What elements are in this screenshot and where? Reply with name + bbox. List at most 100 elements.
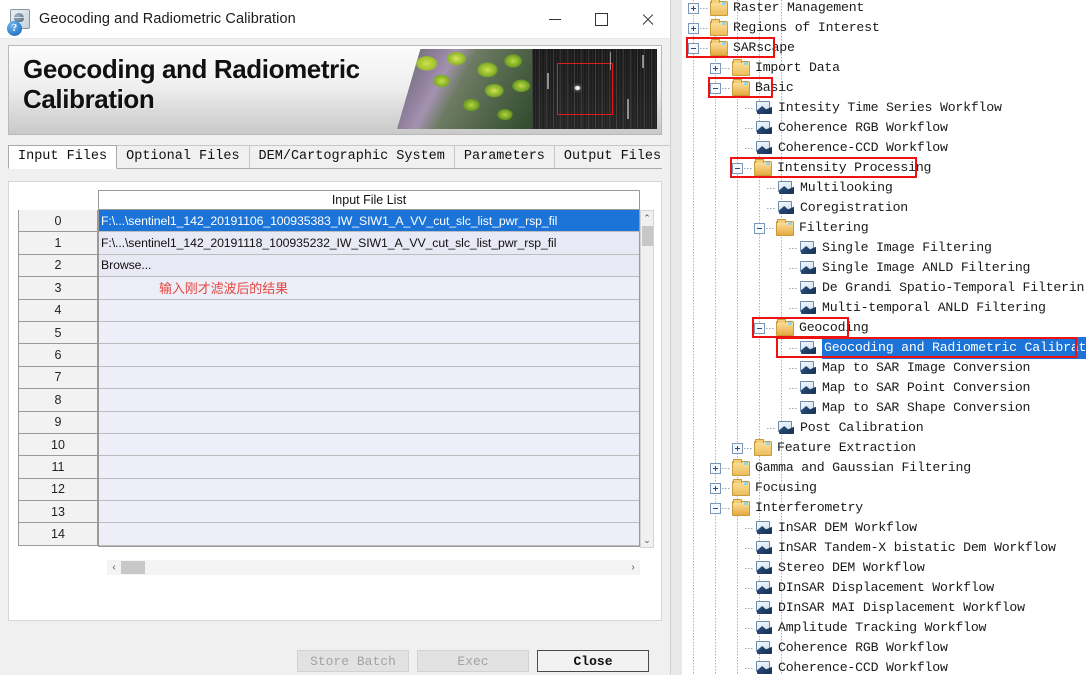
file-list-cell[interactable] (99, 523, 639, 546)
row-number[interactable]: 1 (18, 232, 98, 255)
collapse-minus-icon[interactable] (754, 222, 765, 234)
row-number[interactable]: 14 (18, 523, 98, 546)
tree-item-insar-dem-workflow[interactable]: InSAR DEM Workflow (682, 518, 1086, 538)
sarscape-toolbox-tree: Raster Management Regions of Interest SARs… (682, 0, 1086, 675)
tree-item-map-to-sar-shape-conversion[interactable]: Map to SAR Shape Conversion (682, 398, 1086, 418)
tree-item-label: Raster Management (733, 0, 865, 15)
tree-item-amplitude-tracking-workflow[interactable]: Amplitude Tracking Workflow (682, 618, 1086, 638)
file-list-cell[interactable] (99, 389, 639, 412)
horizontal-scrollbar[interactable]: ‹ › (107, 560, 640, 575)
vertical-scroll-thumb[interactable] (642, 226, 653, 246)
row-number[interactable]: 8 (18, 389, 98, 412)
tab-parameters[interactable]: Parameters (453, 145, 555, 168)
tree-item-basic[interactable]: Basic (682, 78, 1086, 98)
collapse-minus-icon[interactable] (688, 42, 699, 54)
row-number[interactable]: 12 (18, 478, 98, 502)
row-number[interactable]: 0 (18, 210, 98, 233)
tree-item-dinsar-mai-displacement-workflow[interactable]: DInSAR MAI Displacement Workflow (682, 598, 1086, 618)
expand-plus-icon[interactable] (732, 442, 743, 454)
collapse-minus-icon[interactable] (710, 82, 721, 94)
file-list-cell[interactable]: F:\...\sentinel1_142_20191118_100935232_… (99, 232, 639, 255)
row-number[interactable]: 6 (18, 344, 98, 367)
scroll-down-arrow[interactable]: ⌄ (641, 533, 653, 547)
tab-input-files[interactable]: Input Files (8, 145, 118, 169)
exec-button[interactable]: Exec (417, 650, 529, 672)
store-batch-button[interactable]: Store Batch (297, 650, 409, 672)
tree-item-filtering[interactable]: Filtering (682, 218, 1086, 238)
tree-item-insar-tandem-x-bistatic-dem-workflow[interactable]: InSAR Tandem-X bistatic Dem Workflow (682, 538, 1086, 558)
tree-item-multi-temporal-anld-filtering[interactable]: Multi-temporal ANLD Filtering (682, 298, 1086, 318)
row-number[interactable]: 10 (18, 433, 98, 457)
file-list-cell[interactable]: F:\...\sentinel1_142_20191106_100935383_… (99, 210, 639, 233)
scroll-up-arrow[interactable]: ⌃ (641, 211, 653, 225)
expand-plus-icon[interactable] (710, 62, 721, 74)
row-number[interactable]: 3 (18, 277, 98, 300)
expand-plus-icon[interactable] (710, 462, 721, 474)
tree-item-import-data[interactable]: Import Data (682, 58, 1086, 78)
help-icon[interactable]: ? (7, 21, 22, 36)
tree-item-coherence-ccd-workflow[interactable]: Coherence-CCD Workflow (682, 658, 1086, 675)
file-list-cell[interactable] (99, 299, 639, 322)
tree-item-sarscape[interactable]: SARscape (682, 38, 1086, 58)
tree-item-feature-extraction[interactable]: Feature Extraction (682, 438, 1086, 458)
tree-item-multilooking[interactable]: Multilooking (682, 178, 1086, 198)
tree-item-coherence-rgb-workflow[interactable]: Coherence RGB Workflow (682, 118, 1086, 138)
file-list-cell[interactable] (99, 456, 639, 479)
scroll-right-arrow[interactable]: › (626, 562, 640, 573)
tree-item-map-to-sar-image-conversion[interactable]: Map to SAR Image Conversion (682, 358, 1086, 378)
file-list-cell[interactable] (99, 366, 639, 390)
tree-item-raster-management[interactable]: Raster Management (682, 0, 1086, 18)
tree-item-regions-of-interest[interactable]: Regions of Interest (682, 18, 1086, 38)
tree-item-gamma-and-gaussian-filtering[interactable]: Gamma and Gaussian Filtering (682, 458, 1086, 478)
tree-item-map-to-sar-point-conversion[interactable]: Map to SAR Point Conversion (682, 378, 1086, 398)
scroll-left-arrow[interactable]: ‹ (107, 562, 121, 573)
close-window-button[interactable] (624, 0, 670, 38)
tab-dem-cartographic-system[interactable]: DEM/Cartographic System (248, 145, 455, 168)
close-button[interactable]: Close (537, 650, 649, 672)
file-list-cell[interactable] (99, 344, 639, 367)
row-number[interactable]: 7 (18, 366, 98, 390)
tree-item-post-calibration[interactable]: Post Calibration (682, 418, 1086, 438)
file-list-cell[interactable] (99, 321, 639, 345)
file-list-cell[interactable] (99, 501, 639, 524)
row-number[interactable]: 2 (18, 254, 98, 278)
row-number[interactable]: 5 (18, 321, 98, 345)
tab-optional-files[interactable]: Optional Files (116, 145, 250, 168)
file-list-cell[interactable] (99, 478, 639, 502)
file-list-cell[interactable] (99, 411, 639, 434)
tree-item-geocoding-and-radiometric-calibrat[interactable]: Geocoding and Radiometric Calibrat (682, 337, 1086, 359)
expand-plus-icon[interactable] (710, 482, 721, 494)
tree-item-de-grandi-spatio-temporal-filterin[interactable]: De Grandi Spatio-Temporal Filterin (682, 278, 1086, 298)
tree-item-interferometry[interactable]: Interferometry (682, 498, 1086, 518)
minimize-button[interactable] (532, 0, 578, 38)
maximize-button[interactable] (578, 0, 624, 38)
tree-item-coherence-rgb-workflow[interactable]: Coherence RGB Workflow (682, 638, 1086, 658)
vertical-scrollbar[interactable]: ⌃ ⌄ (640, 210, 654, 548)
tree-item-coregistration[interactable]: Coregistration (682, 198, 1086, 218)
tree-connector (745, 647, 754, 649)
tree-item-intesity-time-series-workflow[interactable]: Intesity Time Series Workflow (682, 98, 1086, 118)
sar-tool-icon (755, 121, 773, 135)
row-number[interactable]: 4 (18, 299, 98, 322)
tree-item-stereo-dem-workflow[interactable]: Stereo DEM Workflow (682, 558, 1086, 578)
tree-item-single-image-filtering[interactable]: Single Image Filtering (682, 238, 1086, 258)
collapse-minus-icon[interactable] (710, 502, 721, 514)
tree-item-focusing[interactable]: Focusing (682, 478, 1086, 498)
file-list-cell[interactable]: 输入刚才滤波后的结果 (99, 277, 639, 300)
tree-item-geocoding[interactable]: Geocoding (682, 318, 1086, 338)
tree-item-dinsar-displacement-workflow[interactable]: DInSAR Displacement Workflow (682, 578, 1086, 598)
tree-item-intensity-processing[interactable]: Intensity Processing (682, 158, 1086, 178)
file-list-cell[interactable] (99, 433, 639, 457)
tree-item-single-image-anld-filtering[interactable]: Single Image ANLD Filtering (682, 258, 1086, 278)
tab-output-files[interactable]: Output Files (553, 145, 672, 168)
tree-item-coherence-ccd-workflow[interactable]: Coherence-CCD Workflow (682, 138, 1086, 158)
file-list-cell[interactable]: Browse... (99, 254, 639, 278)
row-number[interactable]: 13 (18, 501, 98, 524)
row-number[interactable]: 11 (18, 456, 98, 479)
expand-plus-icon[interactable] (688, 2, 699, 14)
expand-plus-icon[interactable] (688, 22, 699, 34)
collapse-minus-icon[interactable] (754, 322, 765, 334)
row-number[interactable]: 9 (18, 411, 98, 434)
collapse-minus-icon[interactable] (732, 162, 743, 174)
horizontal-scroll-thumb[interactable] (121, 561, 145, 574)
